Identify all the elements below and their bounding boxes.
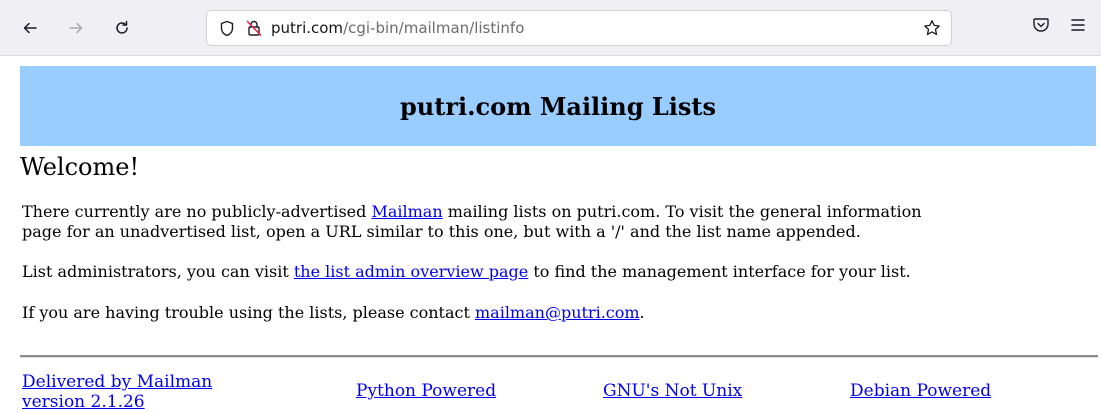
reload-button[interactable] [108,14,136,42]
url-host: putri.com [271,19,344,37]
mailman-footer-line1: Delivered by Mailman [22,372,213,392]
debian-powered-link[interactable]: Debian Powered [850,381,991,401]
contact-email-link[interactable]: mailman@putri.com [475,303,640,322]
back-arrow-icon [23,22,37,34]
python-powered-link[interactable]: Python Powered [356,381,496,401]
page-banner: putri.com Mailing Lists [20,66,1096,146]
page-title: putri.com Mailing Lists [400,91,716,121]
mailman-footer-line2: version 2.1.26 [22,392,145,412]
reload-icon [116,20,128,34]
intro-text-line2: page for an unadvertised list, open a UR… [22,222,861,241]
delivered-by-mailman-link[interactable]: Delivered by Mailman version 2.1.26 [22,372,212,412]
insecure-lock-icon[interactable] [245,19,263,41]
contact-text-before: If you are having trouble using the list… [22,303,475,322]
forward-arrow-icon [69,22,83,34]
url-text[interactable]: putri.com/cgi-bin/mailman/listinfo [271,19,524,37]
url-path: /cgi-bin/mailman/listinfo [343,19,525,37]
admin-text-after: to find the management interface for you… [528,262,911,281]
gnu-not-unix-link[interactable]: GNU's Not Unix [603,381,742,401]
footer-divider [20,355,1098,358]
intro-text-after: mailing lists on putri.com. To visit the… [442,202,922,221]
contact-paragraph: If you are having trouble using the list… [22,303,1082,323]
admin-overview-link[interactable]: the list admin overview page [294,262,528,281]
mailman-link[interactable]: Mailman [371,202,442,221]
hamburger-menu-icon[interactable] [1070,16,1086,38]
back-button[interactable] [16,14,44,42]
contact-text-after: . [639,303,645,322]
intro-paragraph: There currently are no publicly-advertis… [22,202,1082,242]
address-bar[interactable]: putri.com/cgi-bin/mailman/listinfo [206,10,952,46]
bookmark-star-icon[interactable] [923,19,941,41]
pocket-icon[interactable] [1032,16,1050,38]
browser-toolbar: putri.com/cgi-bin/mailman/listinfo [0,0,1101,56]
welcome-heading: Welcome! [20,153,140,181]
tracking-protection-shield-icon[interactable] [219,20,235,41]
intro-text-before: There currently are no publicly-advertis… [22,202,372,221]
admin-text-before: List administrators, you can visit [22,262,294,281]
admin-paragraph: List administrators, you can visit the l… [22,262,1082,282]
forward-button[interactable] [62,14,90,42]
